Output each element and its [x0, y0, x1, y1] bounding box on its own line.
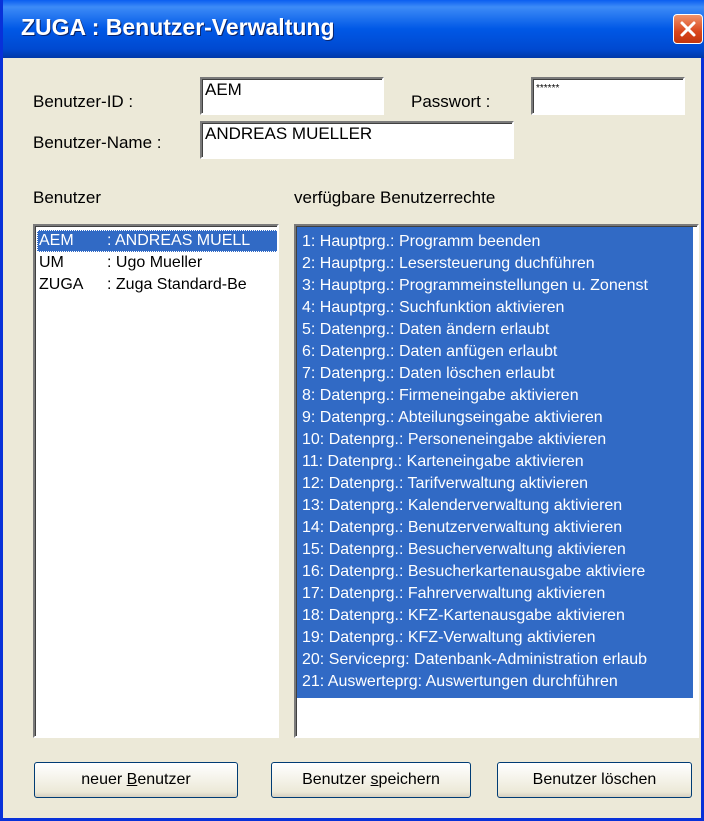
new-user-button[interactable]: neuer Benutzer [34, 762, 238, 798]
user-name: : Zuga Standard-Be [107, 276, 247, 293]
list-item[interactable]: ZUGA : Zuga Standard-Be [37, 274, 277, 296]
list-item[interactable]: 11: Datenprg.: Karteneingabe aktivieren [302, 451, 584, 473]
list-item[interactable]: 10: Datenprg.: Personeneingabe aktiviere… [302, 429, 606, 451]
title-bar[interactable]: ZUGA : Benutzer-Verwaltung [3, 0, 704, 58]
user-id: UM [39, 254, 64, 271]
list-item[interactable]: UM : Ugo Mueller [37, 252, 277, 274]
list-item[interactable]: 13: Datenprg.: Kalenderverwaltung aktivi… [302, 495, 622, 517]
new-user-label-pre: neuer [81, 771, 127, 788]
userid-field[interactable]: AEM [200, 77, 384, 115]
list-item[interactable]: 19: Datenprg.: KFZ-Verwaltung aktivieren [302, 627, 595, 649]
list-item[interactable]: 18: Datenprg.: KFZ-Kartenausgabe aktivie… [302, 605, 625, 627]
list-item[interactable]: 6: Datenprg.: Daten anfügen erlaubt [302, 341, 557, 363]
users-header: Benutzer [33, 188, 102, 207]
list-item[interactable]: AEM : ANDREAS MUELL [37, 230, 277, 252]
userid-label: Benutzer-ID : [33, 92, 134, 111]
save-user-label-post: peichern [378, 771, 440, 788]
delete-user-button[interactable]: Benutzer löschen [497, 762, 692, 798]
list-item[interactable]: 20: Serviceprg: Datenbank-Administration… [302, 649, 647, 671]
list-item[interactable]: 2: Hauptprg.: Lesersteuerung duchführen [302, 253, 595, 275]
new-user-accesskey: B [126, 771, 138, 788]
user-id: AEM [39, 232, 74, 249]
list-item[interactable]: 9: Datenprg.: Abteilungseingabe aktivier… [302, 407, 603, 429]
user-name: : ANDREAS MUELL [107, 232, 251, 249]
list-item[interactable]: 4: Hauptprg.: Suchfunktion aktivieren [302, 297, 564, 319]
password-label: Passwort : [411, 92, 491, 111]
list-item[interactable]: 1: Hauptprg.: Programm beenden [302, 231, 540, 253]
list-item[interactable]: 5: Datenprg.: Daten ändern erlaubt [302, 319, 549, 341]
list-item[interactable]: 7: Datenprg.: Daten löschen erlaubt [302, 363, 555, 385]
list-item[interactable]: 16: Datenprg.: Besucherkartenausgabe akt… [302, 561, 645, 583]
username-field[interactable]: ANDREAS MUELLER [200, 121, 514, 159]
user-name: : Ugo Mueller [107, 254, 203, 271]
close-button[interactable] [673, 14, 703, 44]
list-item[interactable]: 15: Datenprg.: Besucherverwaltung aktivi… [302, 539, 626, 561]
users-list[interactable]: AEM : ANDREAS MUELL UM : Ugo Mueller ZUG… [33, 224, 279, 738]
list-item[interactable]: 3: Hauptprg.: Programmeinstellungen u. Z… [302, 275, 648, 297]
list-item[interactable]: 14: Datenprg.: Benutzerverwaltung aktivi… [302, 517, 622, 539]
username-label: Benutzer-Name : [33, 133, 162, 152]
user-management-dialog: ZUGA : Benutzer-Verwaltung Benutzer-ID :… [0, 0, 704, 821]
window-title: ZUGA : Benutzer-Verwaltung [21, 14, 335, 40]
rights-header: verfügbare Benutzerrechte [294, 188, 496, 207]
save-user-accesskey: s [370, 771, 379, 788]
user-id: ZUGA [39, 276, 84, 293]
save-user-label-pre: Benutzer [302, 771, 371, 788]
rights-list[interactable]: 1: Hauptprg.: Programm beenden 2: Hauptp… [294, 224, 699, 738]
list-item[interactable]: 17: Datenprg.: Fahrerverwaltung aktivier… [302, 583, 605, 605]
list-item[interactable]: 8: Datenprg.: Firmeneingabe aktivieren [302, 385, 579, 407]
save-user-button[interactable]: Benutzer s peichern [271, 762, 471, 798]
close-icon [680, 21, 696, 37]
list-item[interactable]: 21: Auswerteprg: Auswertungen durchführe… [302, 671, 618, 693]
password-field[interactable]: ****** [531, 77, 685, 115]
list-item[interactable]: 12: Datenprg.: Tarifverwaltung aktiviere… [302, 473, 588, 495]
new-user-label-post: enutzer [137, 771, 191, 788]
